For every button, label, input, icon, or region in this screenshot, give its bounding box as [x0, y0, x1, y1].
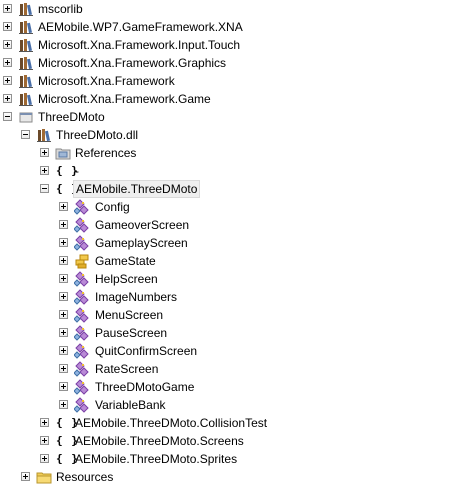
expand-icon[interactable] — [40, 166, 49, 175]
tree-node-label: AEMobile.ThreeDMoto.Screens — [75, 434, 244, 448]
class-icon — [74, 307, 90, 323]
tree-node-label: AEMobile.ThreeDMoto — [73, 180, 201, 198]
class-icon — [74, 289, 90, 305]
tree-node-label: ThreeDMotoGame — [95, 380, 195, 394]
tree-node-label: GameState — [95, 254, 156, 268]
expand-icon[interactable] — [3, 22, 12, 31]
expand-icon[interactable] — [59, 364, 68, 373]
expand-icon[interactable] — [59, 220, 68, 229]
class-icon — [74, 379, 90, 395]
expand-icon[interactable] — [40, 454, 49, 463]
tree-node-label: ThreeDMoto — [38, 110, 105, 124]
tree-node-label: - — [75, 164, 79, 178]
tree-node-label: AEMobile.WP7.GameFramework.XNA — [38, 20, 243, 34]
expand-icon[interactable] — [3, 4, 12, 13]
tree-node-label: GameplayScreen — [95, 236, 188, 250]
class-icon — [74, 325, 90, 341]
tree-node-label: AEMobile.ThreeDMoto.Sprites — [75, 452, 238, 466]
tree-node-label: References — [75, 146, 137, 160]
expand-icon[interactable] — [40, 148, 49, 157]
class-icon — [74, 343, 90, 359]
tree-node-label: QuitConfirmScreen — [95, 344, 198, 358]
class-icon — [74, 199, 90, 215]
expand-icon[interactable] — [59, 400, 68, 409]
tree-node-label: HelpScreen — [95, 272, 158, 286]
assembly-icon — [18, 37, 34, 53]
expand-icon[interactable] — [59, 202, 68, 211]
collapse-icon[interactable] — [3, 112, 12, 121]
collapse-icon[interactable] — [21, 130, 30, 139]
tree-node-label: PauseScreen — [95, 326, 168, 340]
tree-node-label: RateScreen — [95, 362, 159, 376]
expand-icon[interactable] — [3, 40, 12, 49]
expand-icon[interactable] — [40, 418, 49, 427]
class-icon — [74, 235, 90, 251]
class-icon — [74, 361, 90, 377]
assembly-icon — [36, 127, 52, 143]
expand-icon[interactable] — [21, 472, 30, 481]
class-icon — [74, 397, 90, 413]
project-icon — [18, 109, 34, 125]
tree-node-label: ThreeDMoto.dll — [56, 128, 139, 142]
expand-icon[interactable] — [59, 238, 68, 247]
assembly-icon — [18, 73, 34, 89]
assembly-icon — [18, 91, 34, 107]
tree-node-label: Config — [95, 200, 130, 214]
enum-icon — [74, 253, 90, 269]
references-folder-icon — [55, 145, 71, 161]
tree-node-label: mscorlib — [38, 2, 83, 16]
tree-node-label: Microsoft.Xna.Framework.Input.Touch — [38, 38, 241, 52]
expand-icon[interactable] — [59, 256, 68, 265]
expand-icon[interactable] — [59, 292, 68, 301]
expand-icon[interactable] — [59, 346, 68, 355]
tree-node-label: Microsoft.Xna.Framework — [38, 74, 175, 88]
expand-icon[interactable] — [3, 94, 12, 103]
class-icon — [74, 271, 90, 287]
tree-node-label: MenuScreen — [95, 308, 164, 322]
tree-node-label: Resources — [56, 470, 114, 484]
expand-icon[interactable] — [59, 328, 68, 337]
class-icon — [74, 217, 90, 233]
tree-node-label: VariableBank — [95, 398, 166, 412]
collapse-icon[interactable] — [40, 184, 49, 193]
tree-node-label: AEMobile.ThreeDMoto.CollisionTest — [75, 416, 268, 430]
expand-icon[interactable] — [3, 58, 12, 67]
expand-icon[interactable] — [59, 382, 68, 391]
assembly-icon — [18, 55, 34, 71]
assembly-icon — [18, 19, 34, 35]
expand-icon[interactable] — [40, 436, 49, 445]
folder-icon — [36, 469, 52, 485]
expand-icon[interactable] — [59, 274, 68, 283]
tree-node-label: Microsoft.Xna.Framework.Game — [38, 92, 211, 106]
expand-icon[interactable] — [3, 76, 12, 85]
tree-node-label: Microsoft.Xna.Framework.Graphics — [38, 56, 227, 70]
tree-node-label: ImageNumbers — [95, 290, 178, 304]
assembly-icon — [18, 1, 34, 17]
expand-icon[interactable] — [59, 310, 68, 319]
object-browser-tree: mscorlib AEMobile.WP7.GameFramework.XNA … — [0, 0, 457, 486]
tree-node-label: GameoverScreen — [95, 218, 190, 232]
